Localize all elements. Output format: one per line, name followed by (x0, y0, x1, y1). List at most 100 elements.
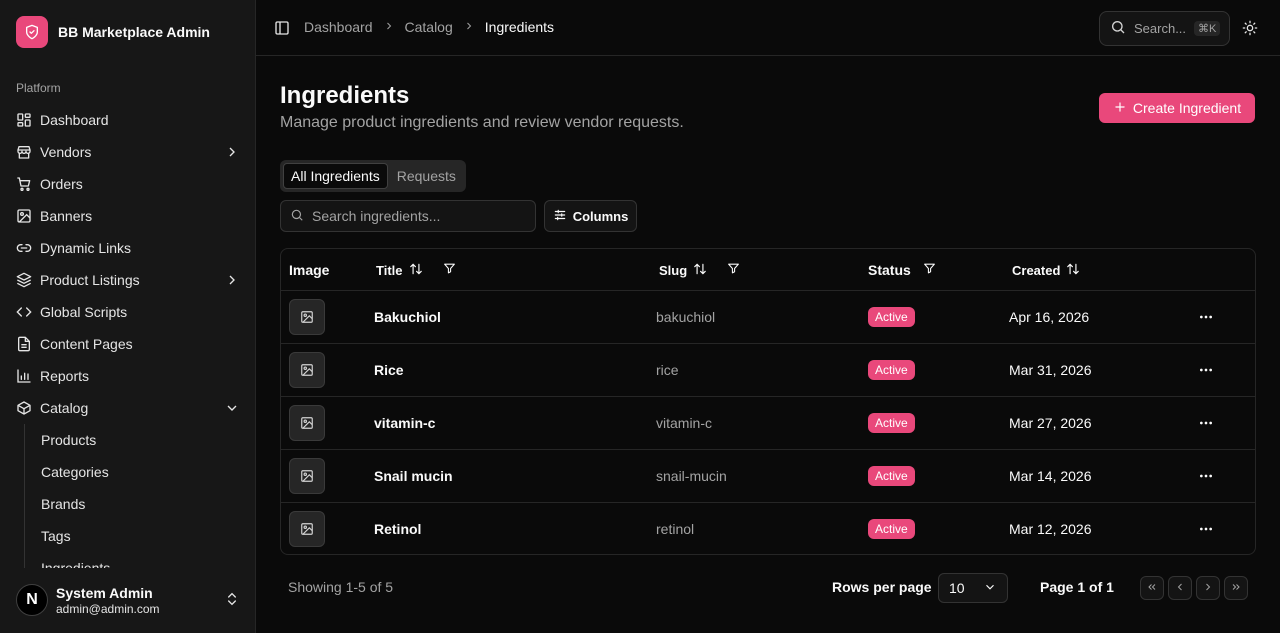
tab-all-ingredients[interactable]: All Ingredients (283, 163, 388, 189)
image-icon (16, 208, 32, 224)
chevron-down-icon (983, 580, 997, 597)
sidebar-item-label: Product Listings (40, 272, 140, 288)
cell-title: Rice (374, 362, 404, 378)
user-menu[interactable]: N System Admin admin@admin.com (8, 572, 248, 628)
top-header: Dashboard Catalog Ingredients Search... … (256, 0, 1280, 56)
sidebar-subitem-categories[interactable]: Categories (33, 456, 248, 488)
sidebar-item-vendors[interactable]: Vendors (8, 136, 248, 168)
cell-created: Mar 14, 2026 (1009, 468, 1092, 484)
sidebar-item-dynamic-links[interactable]: Dynamic Links (8, 232, 248, 264)
rows-per-page-select[interactable]: 10 (938, 573, 1008, 603)
sidebar-item-product-listings[interactable]: Product Listings (8, 264, 248, 296)
column-title[interactable]: Title (376, 249, 456, 291)
sidebar-toggle-icon[interactable] (274, 20, 290, 36)
link-icon (16, 240, 32, 256)
sidebar-item-label: Orders (40, 176, 83, 192)
user-email: admin@admin.com (56, 601, 160, 616)
sidebar-item-dashboard[interactable]: Dashboard (8, 104, 248, 136)
breadcrumb-dashboard[interactable]: Dashboard (304, 19, 373, 35)
breadcrumb-catalog[interactable]: Catalog (405, 19, 453, 35)
dashboard-icon (16, 112, 32, 128)
bar-chart-icon (16, 368, 32, 384)
sort-icon[interactable] (1066, 262, 1080, 279)
sidebar-item-global-scripts[interactable]: Global Scripts (8, 296, 248, 328)
sidebar-item-label: Dynamic Links (40, 240, 132, 256)
sidebar: BB Marketplace Admin Platform Dashboard … (0, 0, 256, 633)
avatar: N (16, 584, 48, 616)
ingredient-tabs: All Ingredients Requests (280, 160, 466, 192)
more-horizontal-icon[interactable] (1194, 517, 1218, 541)
chevron-right-icon (1202, 580, 1214, 596)
sidebar-item-content-pages[interactable]: Content Pages (8, 328, 248, 360)
brand[interactable]: BB Marketplace Admin (16, 16, 210, 48)
cart-icon (16, 176, 32, 192)
table-row[interactable]: vitamin-c vitamin-c Active Mar 27, 2026 (281, 397, 1255, 450)
filter-icon[interactable] (923, 262, 936, 278)
create-ingredient-label: Create Ingredient (1132, 100, 1242, 116)
sidebar-subitem-products[interactable]: Products (33, 424, 248, 456)
last-page-button[interactable] (1224, 576, 1248, 600)
cell-slug: snail-mucin (656, 468, 727, 484)
next-page-button[interactable] (1196, 576, 1220, 600)
sidebar-item-orders[interactable]: Orders (8, 168, 248, 200)
ingredient-search (280, 200, 536, 232)
code-icon (16, 304, 32, 320)
table-row[interactable]: Bakuchiol bakuchiol Active Apr 16, 2026 (281, 291, 1255, 344)
sidebar-item-label: Vendors (40, 144, 92, 160)
sun-icon[interactable] (1242, 20, 1258, 36)
sidebar-subitem-tags[interactable]: Tags (33, 520, 248, 552)
rows-per-page-value: 10 (949, 580, 965, 596)
sort-icon[interactable] (409, 262, 423, 279)
sidebar-subitem-ingredients[interactable]: Ingredients (33, 552, 248, 568)
table-row[interactable]: Retinol retinol Active Mar 12, 2026 (281, 503, 1255, 554)
cell-created: Mar 31, 2026 (1009, 362, 1092, 378)
page-title: Ingredients (280, 82, 410, 109)
sort-icon[interactable] (693, 262, 707, 279)
column-created[interactable]: Created (1012, 249, 1080, 291)
image-placeholder-icon (289, 511, 325, 547)
user-name: System Admin (56, 584, 153, 601)
chevron-right-icon (224, 144, 240, 160)
search-ingredients-input[interactable] (312, 208, 522, 224)
status-badge: Active (868, 519, 915, 539)
global-search-button[interactable]: Search... ⌘K (1099, 11, 1230, 46)
sidebar-item-catalog[interactable]: Catalog (8, 392, 248, 424)
column-status[interactable]: Status (868, 249, 936, 291)
sidebar-subitem-brands[interactable]: Brands (33, 488, 248, 520)
more-horizontal-icon[interactable] (1194, 464, 1218, 488)
image-placeholder-icon (289, 405, 325, 441)
filter-icon[interactable] (727, 262, 740, 278)
global-search-placeholder: Search... (1134, 21, 1187, 36)
cell-created: Mar 27, 2026 (1009, 415, 1092, 431)
app-title: BB Marketplace Admin (58, 24, 210, 40)
sidebar-item-label: Content Pages (40, 336, 133, 352)
columns-button[interactable]: Columns (544, 200, 637, 232)
more-horizontal-icon[interactable] (1194, 411, 1218, 435)
first-page-button[interactable] (1140, 576, 1164, 600)
breadcrumb-current: Ingredients (484, 19, 555, 35)
column-slug[interactable]: Slug (659, 249, 740, 291)
status-badge: Active (868, 466, 915, 486)
table-row[interactable]: Snail mucin snail-mucin Active Mar 14, 2… (281, 450, 1255, 503)
more-horizontal-icon[interactable] (1194, 305, 1218, 329)
more-horizontal-icon[interactable] (1194, 358, 1218, 382)
page-subtitle: Manage product ingredients and review ve… (280, 114, 684, 131)
sidebar-item-label: Dashboard (40, 112, 109, 128)
cell-title: Snail mucin (374, 468, 453, 484)
user-info: System Admin admin@admin.com (56, 585, 216, 616)
filter-icon[interactable] (443, 262, 456, 278)
cell-slug: retinol (656, 521, 695, 537)
sidebar-item-banners[interactable]: Banners (8, 200, 248, 232)
previous-page-button[interactable] (1168, 576, 1192, 600)
create-ingredient-button[interactable]: Create Ingredient (1099, 93, 1255, 123)
sidebar-item-reports[interactable]: Reports (8, 360, 248, 392)
package-icon (16, 400, 32, 416)
tab-requests[interactable]: Requests (390, 163, 463, 189)
plus-icon (1113, 100, 1127, 117)
image-placeholder-icon (289, 299, 325, 335)
status-badge: Active (868, 307, 915, 327)
table-row[interactable]: Rice rice Active Mar 31, 2026 (281, 344, 1255, 397)
sidebar-nav: Dashboard Vendors Orders Banners Dynamic… (8, 104, 248, 568)
chevron-right-icon (383, 19, 395, 35)
cell-title: Bakuchiol (374, 309, 441, 325)
